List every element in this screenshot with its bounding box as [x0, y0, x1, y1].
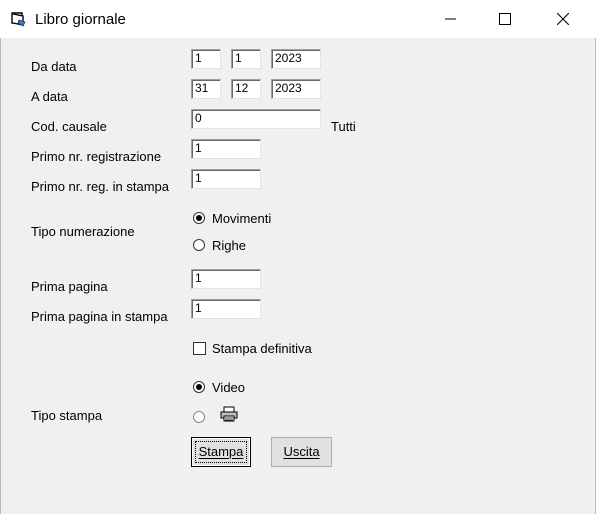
radio-video-label: Video [212, 380, 246, 395]
radio-movimenti[interactable] [193, 212, 205, 224]
app-icon [11, 12, 26, 27]
da-data-month-input[interactable]: 1 [231, 49, 261, 69]
radio-movimenti-label: Movimenti [212, 211, 272, 226]
stampa-button[interactable]: Stampa [191, 437, 251, 467]
minimize-icon [445, 18, 456, 20]
minimize-button[interactable] [428, 0, 474, 38]
radio-printer[interactable] [193, 411, 205, 423]
a-data-day-input[interactable]: 31 [191, 79, 221, 99]
tipo-numerazione-label: Tipo numerazione [31, 224, 135, 239]
stampa-definitiva-label: Stampa definitiva [212, 341, 312, 356]
tipo-stampa-label: Tipo stampa [31, 408, 103, 423]
primo-nr-reg-label: Primo nr. registrazione [31, 149, 162, 164]
cod-causale-input[interactable]: 0 [191, 109, 321, 129]
close-icon [557, 13, 569, 25]
prima-pagina-label: Prima pagina [31, 279, 108, 294]
title-bar: Libro giornale [0, 0, 596, 38]
a-data-month-input[interactable]: 12 [231, 79, 261, 99]
da-data-day-input[interactable]: 1 [191, 49, 221, 69]
maximize-button[interactable] [482, 0, 528, 38]
prima-pagina-input[interactable]: 1 [191, 269, 261, 289]
cod-causale-hint: Tutti [331, 119, 356, 134]
cod-causale-label: Cod. causale [31, 119, 107, 134]
primo-nr-reg-stampa-input[interactable]: 1 [191, 169, 261, 189]
stampa-definitiva-checkbox[interactable] [193, 342, 206, 355]
primo-nr-reg-input[interactable]: 1 [191, 139, 261, 159]
radio-video[interactable] [193, 381, 205, 393]
radio-righe-label: Righe [212, 238, 246, 253]
radio-righe[interactable] [193, 239, 205, 251]
window-border-left [0, 38, 1, 514]
da-data-label: Da data [31, 59, 77, 74]
primo-nr-reg-stampa-label: Primo nr. reg. in stampa [31, 179, 169, 194]
maximize-icon [499, 13, 511, 25]
uscita-button[interactable]: Uscita [271, 437, 332, 467]
prima-pagina-stampa-label: Prima pagina in stampa [31, 309, 168, 324]
stampa-button-label: Stampa [198, 444, 244, 459]
window-title: Libro giornale [35, 11, 126, 28]
uscita-button-label: Uscita [283, 444, 320, 459]
prima-pagina-stampa-input[interactable]: 1 [191, 299, 261, 319]
a-data-year-input[interactable]: 2023 [271, 79, 321, 99]
printer-icon [220, 406, 238, 422]
a-data-label: A data [31, 89, 68, 104]
close-button[interactable] [540, 0, 586, 38]
da-data-year-input[interactable]: 2023 [271, 49, 321, 69]
